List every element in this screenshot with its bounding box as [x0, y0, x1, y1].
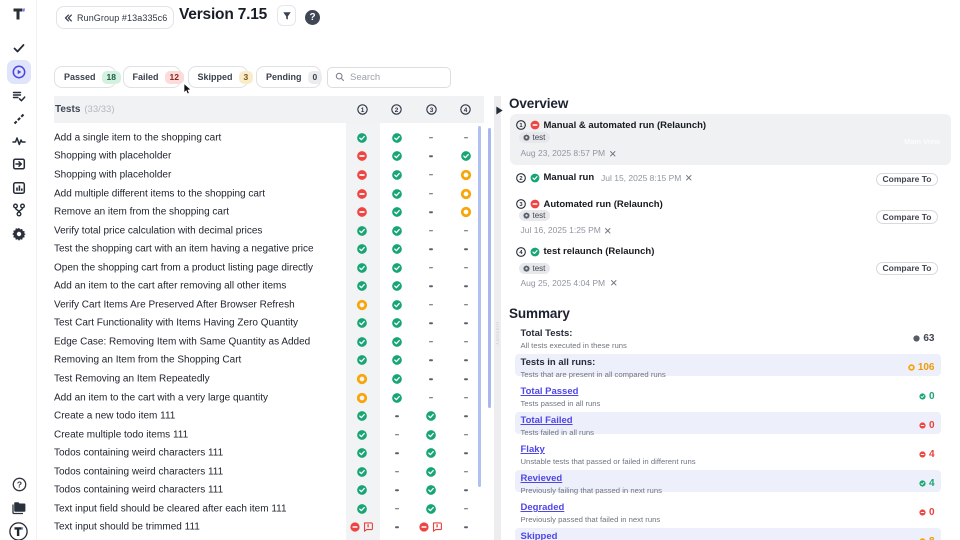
- svg-text:3: 3: [519, 202, 523, 208]
- svg-text:?: ?: [17, 480, 22, 490]
- svg-text:1: 1: [360, 107, 364, 114]
- svg-text:3: 3: [429, 107, 433, 114]
- svg-text:2: 2: [519, 176, 523, 182]
- svg-text:4: 4: [464, 107, 468, 114]
- svg-text:2: 2: [395, 107, 399, 114]
- svg-text:4: 4: [519, 250, 523, 256]
- svg-text:1: 1: [519, 123, 523, 129]
